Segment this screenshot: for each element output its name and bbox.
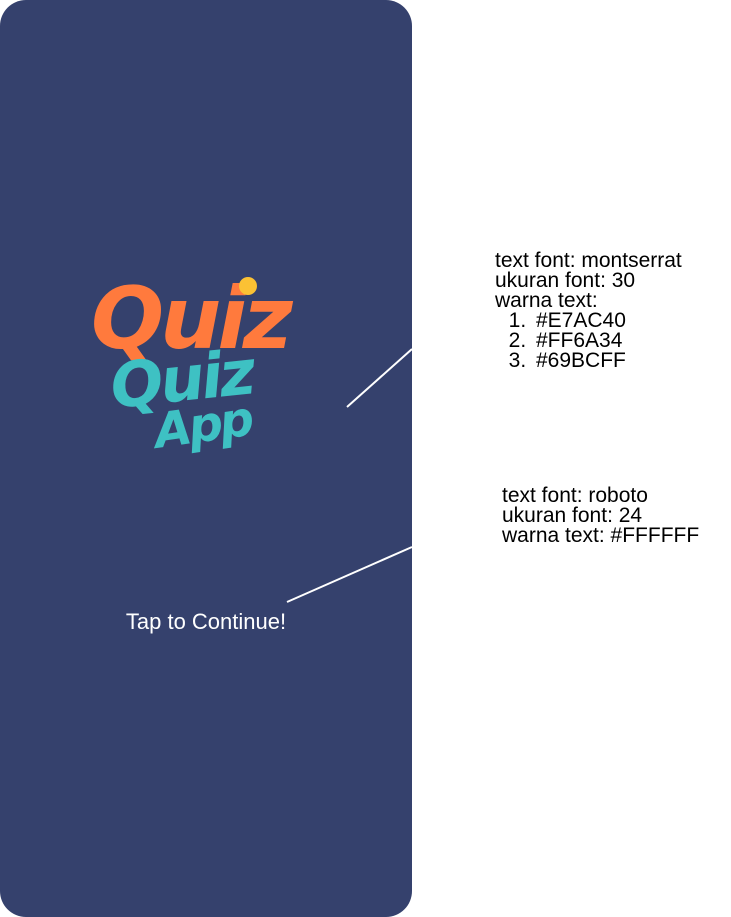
- logo-size-line: ukuran font: 30: [495, 269, 636, 292]
- text-color-line: warna text: #FFFFFF: [502, 524, 700, 547]
- design-canvas: Quiz Quiz App Tap to Continue! text font…: [0, 0, 731, 917]
- logo-color-item: #FF6A34: [532, 330, 682, 351]
- logo-color-item: #E7AC40: [532, 310, 682, 331]
- logo-i-dot: [239, 277, 257, 295]
- logo-color-list: #E7AC40 #FF6A34 #69BCFF: [495, 310, 682, 371]
- quiz-app-logo: Quiz Quiz App: [85, 268, 335, 463]
- logo-color-item: #69BCFF: [532, 350, 682, 371]
- tap-to-continue-label[interactable]: Tap to Continue!: [0, 609, 412, 635]
- logo-style-note: text font: montserrat ukuran font: 30 wa…: [495, 249, 682, 371]
- logo-color-heading: warna text:: [495, 289, 598, 312]
- text-font-line: text font: roboto: [502, 484, 648, 507]
- splash-screen[interactable]: Quiz Quiz App Tap to Continue!: [0, 0, 412, 917]
- logo-font-line: text font: montserrat: [495, 249, 682, 272]
- text-size-line: ukuran font: 24: [502, 504, 643, 527]
- text-style-note: text font: roboto ukuran font: 24 warna …: [502, 484, 700, 547]
